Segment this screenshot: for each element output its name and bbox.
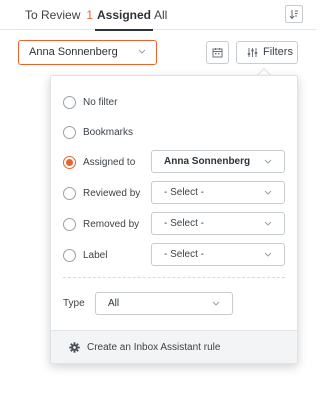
filter-option-bookmarks[interactable]: Bookmarks	[63, 124, 133, 140]
label-radio[interactable]	[63, 248, 76, 262]
chevron-down-icon	[264, 159, 272, 164]
assignee-select-value: Anna Sonnenberg	[29, 46, 118, 58]
removed-by-select-value: - Select -	[164, 218, 205, 229]
tab-to-review[interactable]: To Review 1	[25, 7, 93, 30]
no-filter-label: No filter	[83, 96, 118, 108]
tab-all[interactable]: All	[154, 7, 167, 30]
label-select-value: - Select -	[164, 249, 205, 260]
chevron-down-icon	[264, 221, 272, 226]
chevron-down-icon	[212, 301, 220, 306]
bookmarks-radio[interactable]	[63, 125, 76, 139]
reviewed-by-label: Reviewed by	[83, 187, 141, 199]
removed-by-radio[interactable]	[63, 217, 76, 231]
tab-all-label: All	[154, 8, 168, 22]
removed-by-label: Removed by	[83, 218, 140, 230]
tab-assigned-label: Assigned	[97, 8, 152, 22]
bookmarks-label: Bookmarks	[83, 126, 134, 138]
filter-option-removed-by[interactable]: Removed by	[63, 216, 139, 232]
filter-divider	[63, 277, 285, 278]
filters-sliders-icon	[247, 48, 258, 57]
filter-option-no-filter[interactable]: No filter	[63, 94, 117, 110]
tab-bar: To Review 1 Assigned All	[0, 0, 316, 31]
create-rule-label: Create an Inbox Assistant rule	[87, 341, 221, 353]
assigned-to-select-value: Anna Sonnenberg	[164, 156, 251, 167]
reviewed-by-select[interactable]: - Select -	[151, 181, 285, 204]
filter-option-label[interactable]: Label	[63, 247, 107, 263]
filter-option-assigned-to[interactable]: Assigned to	[63, 154, 135, 170]
filters-button[interactable]: Filters	[236, 41, 298, 64]
inbox-filter-view: To Review 1 Assigned All Anna Sonnenberg	[0, 0, 316, 400]
sort-icon	[289, 9, 298, 19]
filter-popover: No filter Bookmarks Assigned to Anna Son…	[50, 75, 298, 364]
assigned-to-radio[interactable]	[63, 155, 76, 169]
to-review-count-badge: 1	[86, 8, 94, 22]
type-select-value: All	[108, 298, 120, 309]
chevron-down-icon	[264, 190, 272, 195]
chevron-down-icon	[138, 49, 146, 54]
reviewed-by-select-value: - Select -	[164, 187, 205, 198]
calendar-button[interactable]	[206, 41, 229, 64]
tab-to-review-label: To Review	[25, 8, 81, 22]
gear-icon	[69, 341, 80, 353]
assigned-to-label: Assigned to	[83, 156, 136, 168]
assignee-select[interactable]: Anna Sonnenberg	[18, 40, 157, 65]
label-select[interactable]: - Select -	[151, 243, 285, 266]
filter-option-reviewed-by[interactable]: Reviewed by	[63, 185, 140, 201]
removed-by-select[interactable]: - Select -	[151, 212, 285, 235]
filters-button-label: Filters	[263, 46, 293, 58]
reviewed-by-radio[interactable]	[63, 186, 76, 200]
label-option-label: Label	[83, 249, 108, 261]
chevron-down-icon	[264, 252, 272, 257]
assigned-to-select[interactable]: Anna Sonnenberg	[151, 150, 285, 173]
tab-assigned[interactable]: Assigned	[94, 7, 154, 31]
create-inbox-assistant-rule-button[interactable]: Create an Inbox Assistant rule	[51, 330, 297, 363]
sort-button[interactable]	[285, 5, 303, 23]
calendar-icon	[212, 48, 223, 58]
type-select[interactable]: All	[95, 292, 233, 315]
no-filter-radio[interactable]	[63, 95, 76, 109]
type-label: Type	[63, 298, 85, 309]
